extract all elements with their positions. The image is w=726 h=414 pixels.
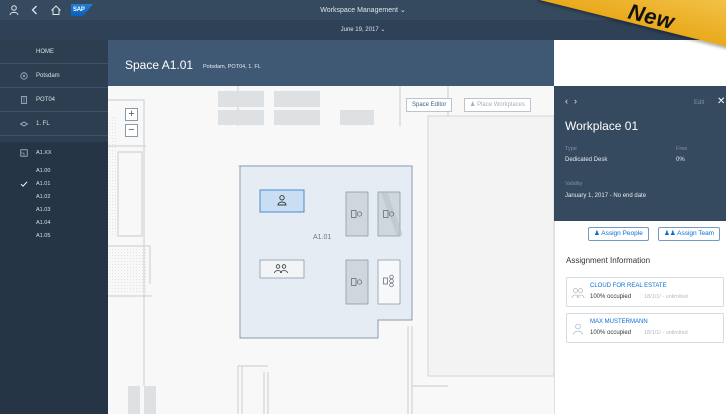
assignment-occupancy: 100% occupied xyxy=(590,294,632,300)
detail-navigation: ‹› xyxy=(565,96,583,106)
nav-space-group-label: A1.XX xyxy=(36,150,52,156)
assign-person-icon: ♟ xyxy=(594,230,600,237)
floor-plan[interactable]: A1.01 + − Space Editor ♟ Place Workplace… xyxy=(108,86,554,414)
assign-team-label: Assign Team xyxy=(677,230,715,237)
location-navigation: HOME Potsdam POT04 1. FL A1.XX A1.00 A1.… xyxy=(0,40,108,414)
assignment-information-title: Assignment Information xyxy=(566,256,651,265)
person-icon xyxy=(571,322,585,336)
nav-floor[interactable]: 1. FL xyxy=(0,112,108,136)
floorplan-icon xyxy=(20,149,28,157)
nav-space-label: A1.03 xyxy=(36,207,51,213)
nav-space-label: A1.00 xyxy=(36,168,51,174)
nav-space-group-header[interactable]: A1.XX xyxy=(0,146,108,160)
zoom-in-button[interactable]: + xyxy=(125,108,138,121)
nav-floor-label: 1. FL xyxy=(36,121,50,127)
assignment-card[interactable]: MAX MUSTERMANN 100% occupied 18/1/1/ - u… xyxy=(566,313,724,343)
edit-button[interactable]: Edit xyxy=(694,100,704,106)
previous-icon[interactable]: ‹ xyxy=(565,96,574,106)
floor-icon xyxy=(20,120,28,128)
team-icon xyxy=(571,286,585,300)
nav-space-item[interactable]: A1.03 xyxy=(0,205,108,216)
date-selector[interactable]: June 19, 2017 ⌄ xyxy=(0,26,726,33)
assignment-dates: 18/1/1/ - unlimited xyxy=(644,330,688,336)
assign-people-label: Assign People xyxy=(601,230,643,237)
person-icon: ♟ xyxy=(470,102,476,108)
free-value: 0% xyxy=(676,157,685,163)
nav-space-group: A1.XX A1.00 A1.01 A1.02 A1.03 A1.04 A1.0… xyxy=(0,142,108,414)
place-workplaces-label: Place Workplaces xyxy=(477,102,525,108)
space-editor-button[interactable]: Space Editor xyxy=(406,98,453,112)
assignment-name[interactable]: CLOUD FOR REAL ESTATE xyxy=(590,283,667,289)
location-icon xyxy=(20,72,28,80)
assign-team-button[interactable]: ♟♟ Assign Team xyxy=(658,227,721,241)
assignment-dates: 18/1/1/ - unlimited xyxy=(644,294,688,300)
page-subtitle: Potsdam, POT04, 1. FL xyxy=(203,64,261,70)
date-bar: June 19, 2017 ⌄ xyxy=(0,20,726,40)
nav-home-label: HOME xyxy=(36,49,54,55)
validity-label: Validity xyxy=(565,181,583,187)
workplace-title: Workplace 01 xyxy=(565,119,639,133)
type-value: Dedicated Desk xyxy=(565,157,608,163)
nav-space-item[interactable]: A1.05 xyxy=(0,231,108,242)
nav-space-item[interactable]: A1.04 xyxy=(0,218,108,229)
nav-space-label: A1.02 xyxy=(36,194,51,200)
nav-space-item[interactable]: A1.02 xyxy=(0,192,108,203)
zoom-out-button[interactable]: − xyxy=(125,124,138,137)
type-label: Type xyxy=(565,146,577,152)
checkmark-icon xyxy=(20,180,28,188)
date-text: June 19, 2017 xyxy=(340,27,379,33)
close-icon[interactable]: ✕ xyxy=(717,96,725,107)
nav-space-label: A1.05 xyxy=(36,233,51,239)
chevron-down-icon: ⌄ xyxy=(380,27,386,33)
building-icon xyxy=(20,96,28,104)
nav-site-label: Potsdam xyxy=(36,73,60,79)
next-icon[interactable]: › xyxy=(574,96,583,106)
workplace-detail-body: ♟ Assign People ♟♟ Assign Team Assignmen… xyxy=(554,221,726,414)
page-title: Space A1.01 xyxy=(125,58,194,72)
space-label: A1.01 xyxy=(313,234,332,241)
floor-plan-drawing xyxy=(108,86,554,414)
free-label: Free xyxy=(676,146,688,152)
nav-space-label: A1.04 xyxy=(36,220,51,226)
nav-space-item[interactable]: A1.00 xyxy=(0,166,108,177)
chevron-down-icon: ⌄ xyxy=(399,7,406,14)
nav-space-item-selected[interactable]: A1.01 xyxy=(0,179,108,190)
assign-people-button[interactable]: ♟ Assign People xyxy=(588,227,649,241)
assignment-name[interactable]: MAX MUSTERMANN xyxy=(590,319,648,325)
assignment-occupancy: 100% occupied xyxy=(590,330,632,336)
nav-home[interactable]: HOME xyxy=(0,40,108,64)
nav-space-label: A1.01 xyxy=(36,181,51,187)
nav-site[interactable]: Potsdam xyxy=(0,64,108,88)
app-title-text: Workspace Management xyxy=(320,7,398,14)
validity-value: January 1, 2017 - No end date xyxy=(565,193,647,199)
place-workplaces-button[interactable]: ♟ Place Workplaces xyxy=(464,98,531,112)
assignment-card[interactable]: CLOUD FOR REAL ESTATE 100% occupied 18/1… xyxy=(566,277,724,307)
nav-building-label: POT04 xyxy=(36,97,56,103)
nav-building[interactable]: POT04 xyxy=(0,88,108,112)
page-header: Space A1.01 Potsdam, POT04, 1. FL xyxy=(108,40,554,86)
assign-team-icon: ♟♟ xyxy=(664,230,676,237)
workplace-detail-header: ‹› Edit ✕ Workplace 01 Type Dedicated De… xyxy=(554,86,726,221)
